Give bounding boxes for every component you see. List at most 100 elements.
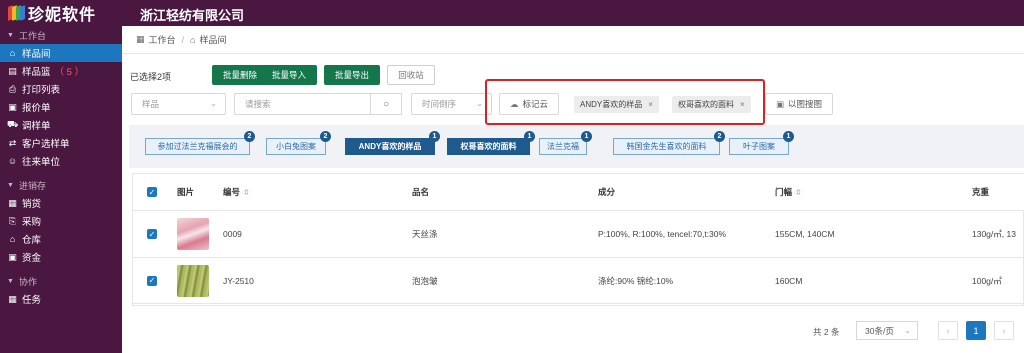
row-image[interactable]	[177, 211, 209, 257]
page-size-select[interactable]: 30条/页 ⌄	[856, 321, 918, 340]
table-row[interactable]: ✓ JY-2510 泡泡皱 涤纶:90% 锦纶:10% 160CM 100g/㎡	[133, 258, 1024, 304]
page-number-button[interactable]: 1	[966, 321, 986, 340]
column-header-width-label: 门幅	[775, 187, 793, 197]
active-tag-label: ANDY喜欢的样品	[580, 100, 643, 109]
search-button[interactable]: ○	[370, 93, 402, 115]
sidebar-item[interactable]: ⇄ 客户选样单	[0, 134, 122, 152]
sidebar-section-title: 协作	[18, 276, 37, 287]
sidebar-item[interactable]: ▣ 报价单	[0, 98, 122, 116]
cell-composition: 涤纶:90% 锦纶:10%	[598, 275, 674, 286]
prev-page-button[interactable]: ‹	[938, 321, 958, 340]
sidebar-item[interactable]: ▦ 任务	[0, 290, 122, 308]
sidebar-section-title: 进销存	[18, 180, 46, 191]
batch-delete-button[interactable]: 批量删除	[212, 65, 268, 85]
top-bar: 珍妮软件 浙江轻纺有限公司	[0, 0, 1024, 26]
cloud-icon: ☁	[510, 98, 519, 109]
row-image[interactable]	[177, 258, 209, 303]
tag-label: 韩国金先生喜欢的面料	[626, 142, 707, 151]
logo-mark-icon	[8, 5, 25, 21]
sidebar-item-label: 销货	[22, 199, 42, 210]
home-icon: ⌂	[9, 48, 16, 58]
tag-button[interactable]: 法兰克福	[539, 138, 587, 155]
sidebar-section-header[interactable]: ▼ 进销存	[0, 176, 122, 194]
recycle-bin-button[interactable]: 回收站	[387, 65, 435, 85]
row-checkbox[interactable]: ✓	[147, 211, 157, 257]
basket-count-badge: （ 5 ）	[54, 67, 85, 78]
pagination-total: 共 2 条	[813, 327, 840, 337]
active-tag-chip[interactable]: 权哥喜欢的面料 ×	[672, 96, 751, 113]
tag-label: 小白兔图案	[276, 142, 316, 151]
sidebar-item[interactable]: ⛟ 调样单	[0, 116, 122, 134]
sidebar-item-label: 打印列表	[22, 85, 61, 96]
column-header-composition: 成分	[598, 187, 616, 197]
sidebar-item[interactable]: ⌂ 样品间	[0, 44, 122, 62]
quote-icon: ▣	[8, 101, 17, 112]
sidebar-item[interactable]: ⎙ 打印列表	[0, 80, 122, 98]
fabric-thumbnail	[177, 218, 209, 250]
sort-select-value: 时间倒序	[422, 99, 457, 109]
sidebar-item-label: 任务	[22, 295, 42, 306]
sidebar-item-label: 采购	[22, 217, 42, 228]
sort-icon: ⇳	[243, 187, 250, 197]
column-header-width[interactable]: 门幅 ⇳	[775, 174, 802, 210]
tag-count-badge: 1	[429, 131, 440, 142]
sidebar-section-header[interactable]: ▼ 协作	[0, 272, 122, 290]
sidebar-item-label: 样品篮	[22, 67, 51, 78]
tag-button[interactable]: ANDY喜欢的样品	[345, 138, 435, 155]
tag-cloud-button[interactable]: ☁ 标记云	[499, 93, 559, 115]
image-search-label: 以图搜图	[788, 99, 823, 109]
batch-import-button[interactable]: 批量导入	[261, 65, 317, 85]
type-select[interactable]: 样品 ⌄	[131, 93, 226, 115]
type-select-value: 样品	[142, 99, 160, 109]
table-row[interactable]: ✓ 0009 天丝涤 P:100%, R:100%, tencel:70,t:30% 1…	[133, 211, 1024, 258]
tag-button[interactable]: 小白兔图案	[266, 138, 326, 155]
sidebar-item-label: 资金	[22, 253, 42, 264]
sales-icon: ▦	[8, 197, 17, 208]
caret-down-icon: ▼	[7, 277, 14, 285]
column-header-code[interactable]: 编号 ⇳	[223, 174, 250, 210]
column-header-weight: 克重	[972, 187, 990, 197]
sidebar-item[interactable]: ▤ 样品篮（ 5 ）	[0, 62, 122, 80]
search-input[interactable]: 请搜索	[234, 93, 371, 115]
sidebar-item-label: 仓库	[22, 235, 42, 246]
active-tag-chip[interactable]: ANDY喜欢的样品 ×	[574, 96, 659, 113]
tag-label: 参加过法兰克福展会的	[157, 142, 238, 151]
row-checkbox[interactable]: ✓	[147, 258, 157, 303]
image-search-button[interactable]: ▣ 以图搜图	[765, 93, 833, 115]
basket-icon: ▤	[8, 65, 17, 76]
cell-code: JY-2510	[223, 275, 254, 286]
breadcrumb-current: 样品间	[199, 35, 227, 45]
search-placeholder: 请搜索	[245, 99, 271, 109]
sidebar-item[interactable]: ☺ 往来单位	[0, 152, 122, 170]
caret-down-icon: ▼	[7, 181, 14, 189]
sidebar-item-label: 调样单	[22, 121, 51, 132]
sidebar-section-title: 工作台	[18, 30, 46, 41]
sort-select[interactable]: 时间倒序 ⌄	[411, 93, 492, 115]
cart-icon: ⛟	[7, 119, 19, 129]
checkbox-icon: ✓	[147, 229, 157, 239]
logo[interactable]: 珍妮软件	[8, 3, 96, 24]
sidebar-item[interactable]: ▦ 销货	[0, 194, 122, 212]
sidebar-item[interactable]: ⌂ 仓库	[0, 230, 122, 248]
close-icon[interactable]: ×	[648, 100, 653, 109]
tag-button[interactable]: 权哥喜欢的面料	[447, 138, 530, 155]
sidebar-item[interactable]: ⎘ 采购	[0, 212, 122, 230]
sidebar-item[interactable]: ▣ 资金	[0, 248, 122, 266]
cell-width: 160CM	[775, 275, 803, 286]
close-icon[interactable]: ×	[740, 100, 745, 109]
tag-button[interactable]: 韩国金先生喜欢的面料	[613, 138, 720, 155]
tag-cloud-label: 标记云	[522, 99, 549, 109]
cell-code: 0009	[223, 229, 242, 239]
chevron-down-icon: ⌄	[476, 99, 483, 108]
table-header: ✓ 图片 编号 ⇳ 品名 成分 门幅 ⇳ 克重	[133, 174, 1024, 211]
sidebar-section-header[interactable]: ▼ 工作台	[0, 26, 122, 44]
page-size-value: 30条/页	[865, 325, 894, 336]
batch-export-button[interactable]: 批量导出	[324, 65, 380, 85]
breadcrumb-home[interactable]: 工作台	[149, 33, 176, 46]
column-header-image: 图片	[177, 187, 195, 197]
tag-button[interactable]: 叶子图案	[729, 138, 789, 155]
next-page-button[interactable]: ›	[994, 321, 1014, 340]
sidebar: ▼ 工作台 ⌂ 样品间 ▤ 样品篮（ 5 ） ⎙ 打印列表 ▣ 报价单 ⛟ 调样单 ⇄ 客户选样单 ☺ 往来单…	[0, 26, 122, 353]
select-all-checkbox[interactable]: ✓	[147, 174, 157, 210]
tag-button[interactable]: 参加过法兰克福展会的	[145, 138, 250, 155]
